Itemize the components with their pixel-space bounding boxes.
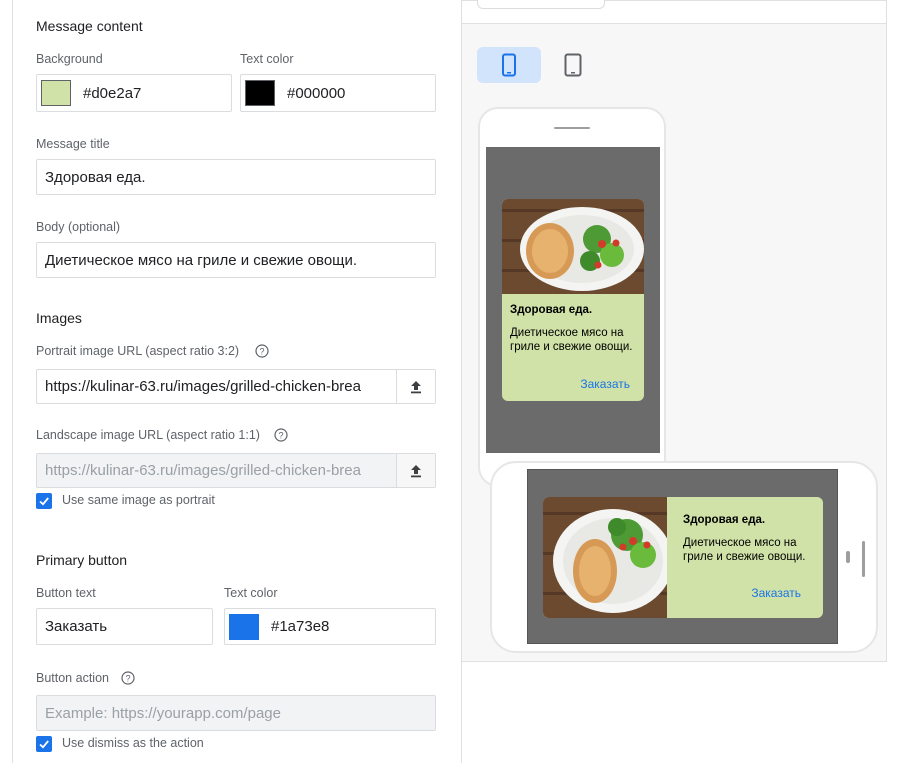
button-action-input[interactable]: Example: https://yourapp.com/page xyxy=(36,695,436,731)
svg-text:?: ? xyxy=(125,674,130,684)
upload-icon xyxy=(411,464,421,477)
same-image-checkbox[interactable] xyxy=(36,493,52,509)
card-title: Здоровая еда. xyxy=(683,514,766,526)
body-input[interactable]: Диетическое мясо на гриле и свежие овощи… xyxy=(36,242,436,278)
phone-speaker xyxy=(554,127,590,129)
food-image xyxy=(502,199,644,294)
button-text-input[interactable]: Заказать xyxy=(36,608,213,645)
smartphone-icon xyxy=(502,53,516,77)
button-action-placeholder: Example: https://yourapp.com/page xyxy=(45,704,281,722)
button-text-color-label: Text color xyxy=(224,586,278,600)
help-icon[interactable]: ? xyxy=(274,428,288,442)
svg-text:?: ? xyxy=(259,347,264,357)
message-title-value: Здоровая еда. xyxy=(45,168,146,186)
card-action-button[interactable]: Заказать xyxy=(751,586,801,600)
portrait-url-value: https://kulinar-63.ru/images/grilled-chi… xyxy=(45,378,361,395)
checkmark-icon xyxy=(39,740,49,749)
dismiss-checkbox[interactable] xyxy=(36,736,52,752)
card-action-button[interactable]: Заказать xyxy=(580,377,630,391)
background-color-swatch[interactable] xyxy=(41,80,71,106)
phone-speaker xyxy=(862,541,865,577)
checkmark-icon xyxy=(39,497,49,506)
tablet-toggle[interactable] xyxy=(541,47,605,83)
card-body: Диетическое мясо на гриле и свежие овощи… xyxy=(510,327,633,353)
message-title-label: Message title xyxy=(36,137,110,151)
card-title: Здоровая еда. xyxy=(510,304,593,316)
button-text-value: Заказать xyxy=(45,618,108,635)
message-title-input[interactable]: Здоровая еда. xyxy=(36,159,436,195)
same-image-label: Use same image as portrait xyxy=(62,493,215,507)
portrait-url-label: Portrait image URL (aspect ratio 3:2) xyxy=(36,344,240,358)
text-color-swatch[interactable] xyxy=(245,80,275,106)
portrait-url-input[interactable]: https://kulinar-63.ru/images/grilled-chi… xyxy=(36,369,436,404)
landscape-upload-button[interactable] xyxy=(396,454,435,487)
landscape-url-value: https://kulinar-63.ru/images/grilled-chi… xyxy=(45,462,361,479)
preview-header xyxy=(462,0,886,24)
portrait-upload-button[interactable] xyxy=(396,370,435,403)
body-label: Body (optional) xyxy=(36,220,121,234)
upload-icon xyxy=(411,380,421,393)
background-label: Background xyxy=(36,52,103,66)
images-title: Images xyxy=(36,310,82,326)
help-icon[interactable]: ? xyxy=(121,671,135,685)
body-value: Диетическое мясо на гриле и свежие овощи… xyxy=(45,251,358,269)
portrait-message-card[interactable]: Здоровая еда. Диетическое мясо на гриле … xyxy=(502,199,644,401)
tablet-icon xyxy=(564,53,582,77)
landscape-message-card[interactable]: Здоровая еда. Диетическое мясо на гриле … xyxy=(543,497,823,618)
button-text-color-field[interactable]: #1a73e8 xyxy=(224,608,436,645)
primary-button-title: Primary button xyxy=(36,552,128,568)
background-color-field[interactable]: #d0e2a7 xyxy=(36,74,232,112)
dismiss-label: Use dismiss as the action xyxy=(62,736,204,750)
landscape-url-label: Landscape image URL (aspect ratio 1:1) xyxy=(36,428,260,442)
card-body: Диетическое мясо на гриле и свежие овощи… xyxy=(683,537,806,563)
button-action-label: Button action xyxy=(36,671,109,685)
text-color-label: Text color xyxy=(240,52,294,66)
help-icon[interactable]: ? xyxy=(255,344,269,358)
button-text-label: Button text xyxy=(36,586,96,600)
preview-top-control[interactable] xyxy=(477,0,605,9)
button-text-color-value: #1a73e8 xyxy=(271,618,330,635)
message-content-title: Message content xyxy=(36,18,143,34)
background-color-value: #d0e2a7 xyxy=(83,84,142,102)
landscape-url-input[interactable]: https://kulinar-63.ru/images/grilled-chi… xyxy=(36,453,436,488)
svg-text:?: ? xyxy=(278,431,283,441)
food-image xyxy=(543,497,667,618)
button-color-swatch[interactable] xyxy=(229,613,259,640)
phone-portrait-toggle[interactable] xyxy=(477,47,541,83)
text-color-field[interactable]: #000000 xyxy=(240,74,436,112)
text-color-value: #000000 xyxy=(287,84,346,102)
phone-camera xyxy=(846,551,850,563)
